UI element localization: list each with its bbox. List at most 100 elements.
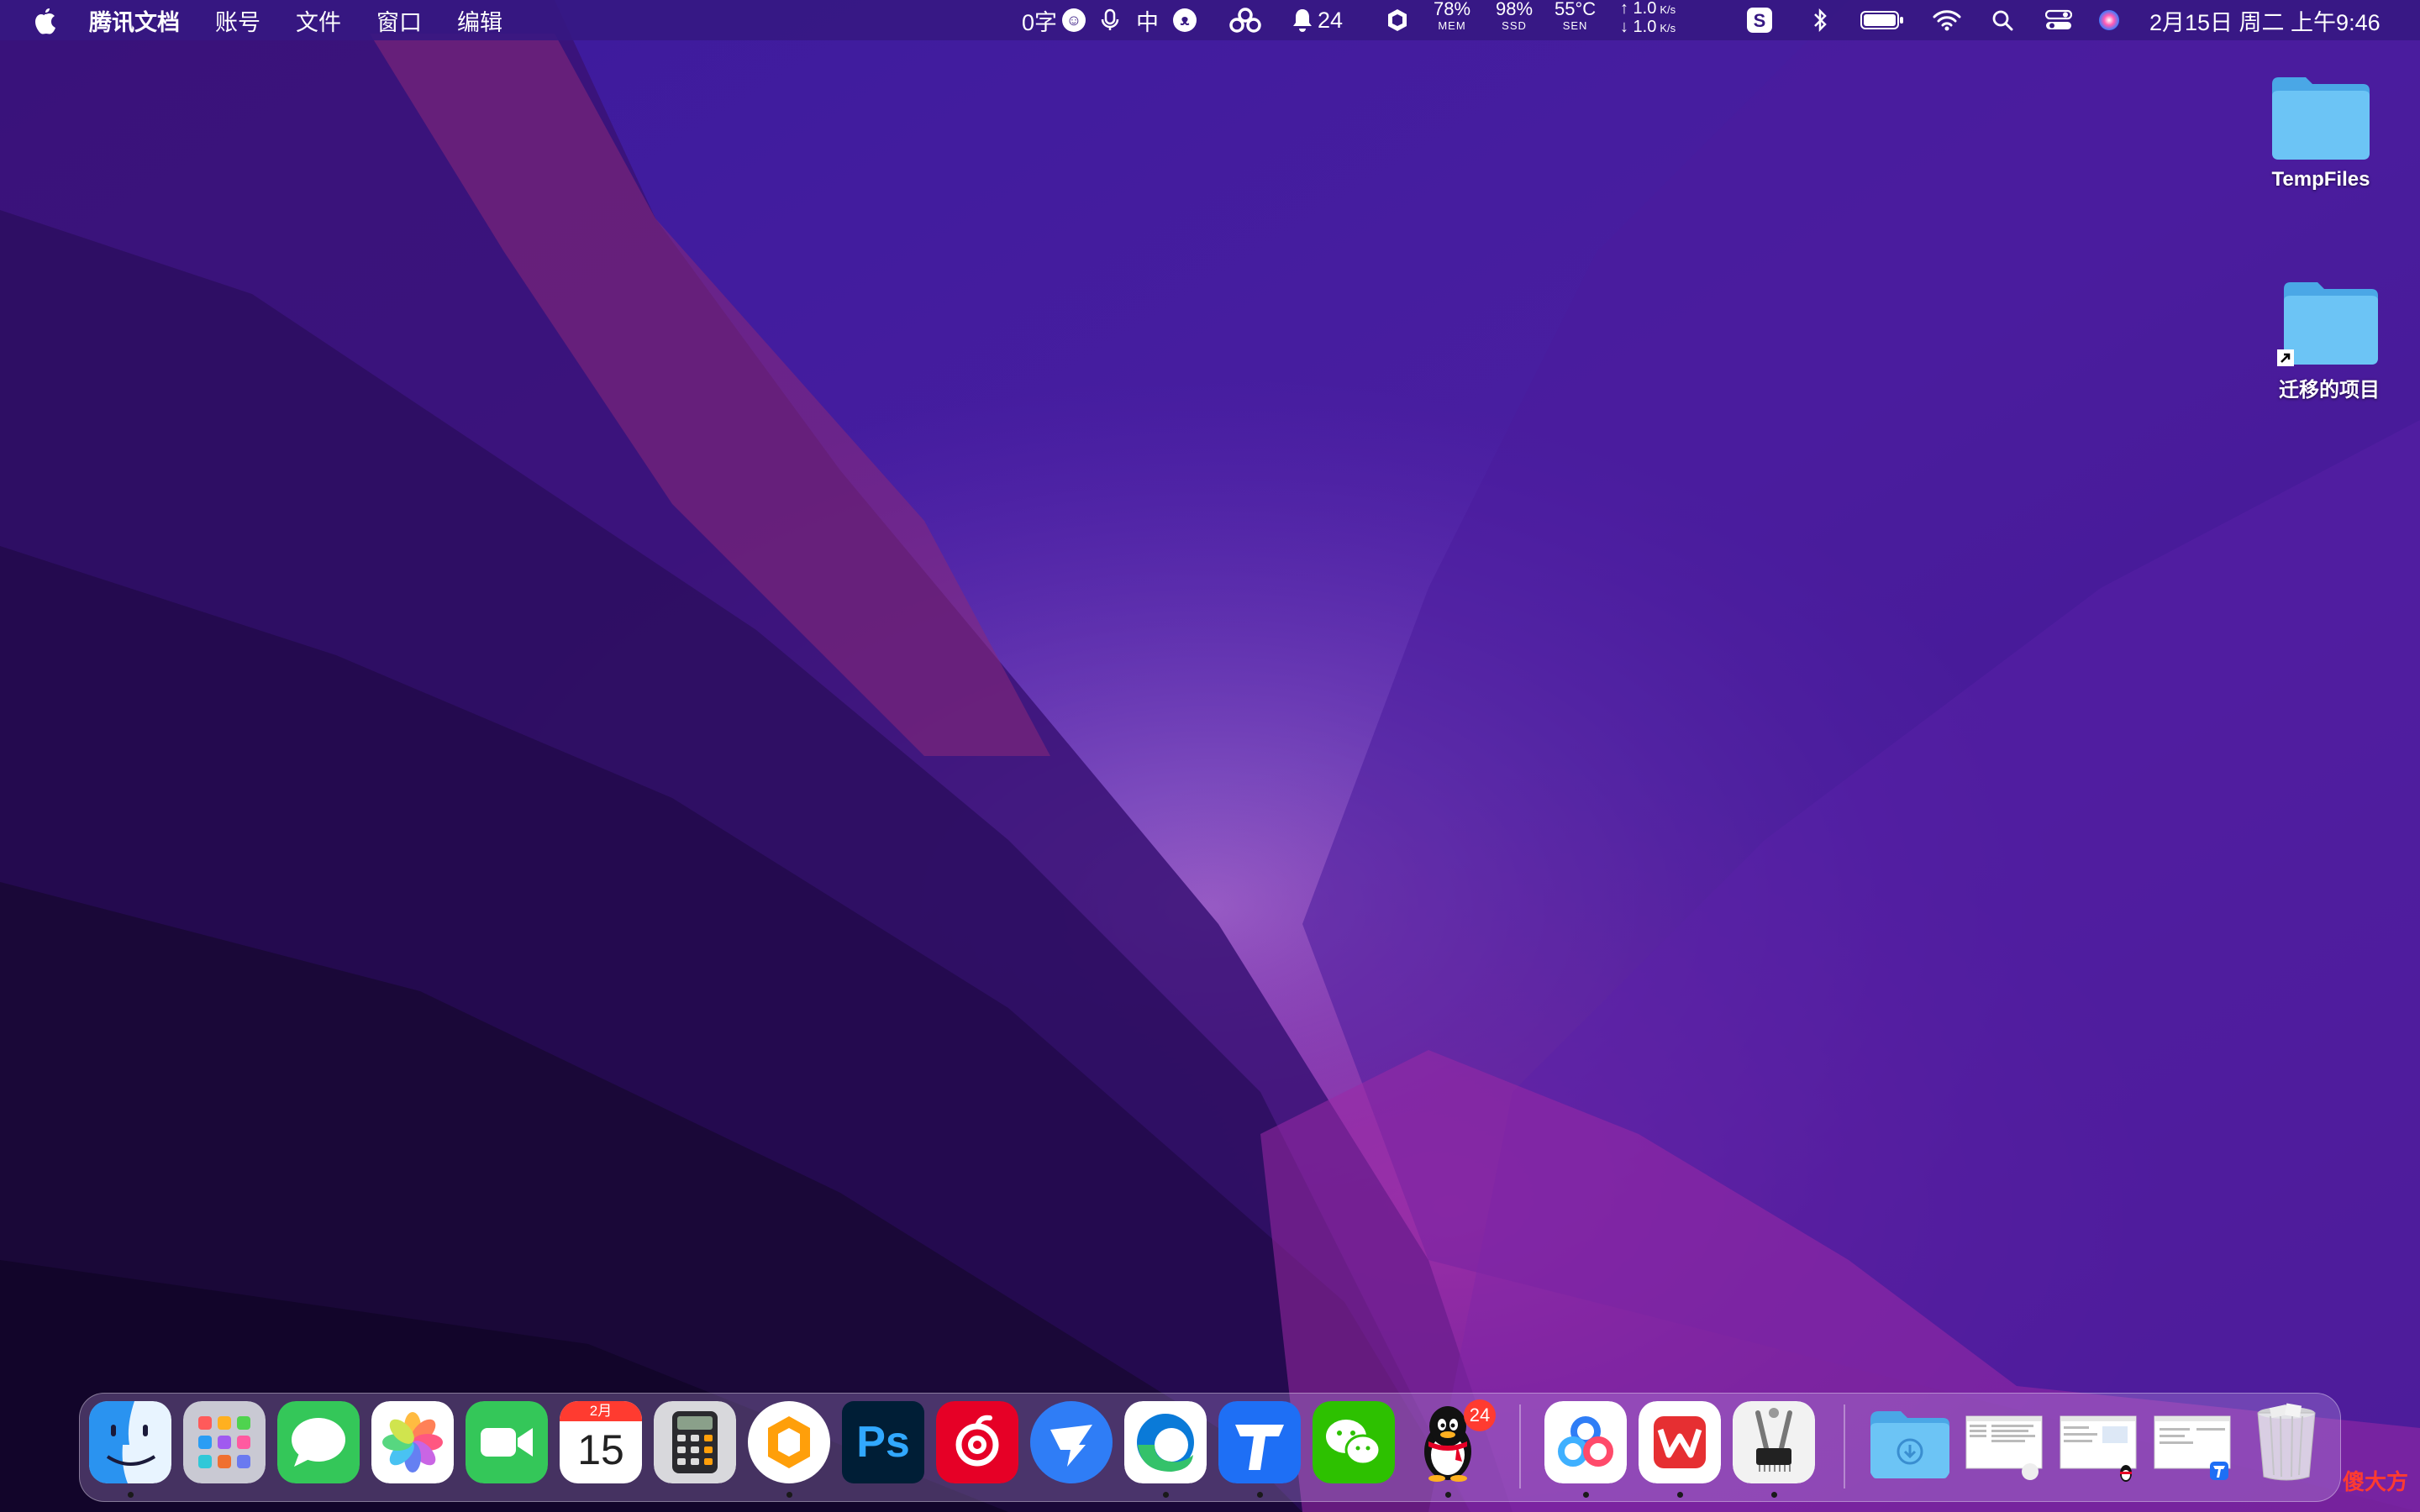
hexagon-app-icon	[748, 1401, 830, 1483]
emoji-icon[interactable]: ☺	[1062, 0, 1086, 40]
wifi-icon[interactable]	[1933, 9, 1961, 31]
photoshop-label: Ps	[856, 1418, 910, 1467]
net-upload: ↑ 1.0 K/s	[1620, 0, 1676, 18]
dock-launchpad[interactable]	[183, 1401, 266, 1483]
desktop-icon-label: TempFiles	[2271, 168, 2370, 191]
window-thumbnail-icon	[2060, 1415, 2137, 1482]
dock-netease-music[interactable]	[936, 1401, 1018, 1483]
dock-separator	[1844, 1404, 1845, 1488]
memory-usage[interactable]: 78% MEM	[1434, 0, 1470, 40]
dingtalk-icon	[1030, 1401, 1113, 1483]
menu-account[interactable]: 账号	[215, 4, 260, 37]
cat-app-icon[interactable]: ᴥ	[1173, 0, 1197, 40]
network-speed[interactable]: ↑ 1.0 K/s ↓ 1.0 K/s	[1620, 0, 1676, 40]
sogou-input-icon[interactable]: S	[1746, 7, 1773, 34]
wps-icon	[1639, 1401, 1721, 1483]
calendar-day: 15	[577, 1426, 624, 1473]
dock-baidu-netdisk[interactable]	[1544, 1401, 1627, 1483]
dock-minimized-window-3[interactable]	[2151, 1401, 2233, 1483]
folder-icon	[2272, 77, 2370, 160]
messages-icon	[277, 1401, 360, 1483]
ssd-label: SSD	[1502, 19, 1527, 32]
menubar-clock[interactable]: 2月15日 周二 上午9:46	[2149, 0, 2381, 40]
finder-icon	[89, 1401, 171, 1483]
net-upload-value: ↑ 1.0	[1620, 0, 1657, 18]
dock-minimized-window-2[interactable]	[2057, 1401, 2139, 1483]
dock-wechat[interactable]	[1313, 1401, 1395, 1483]
menu-bar: 腾讯文档 账号 文件 窗口 编辑 0字 ☺ 中 ᴥ 24 78% MEM 98%…	[0, 0, 2420, 40]
alias-arrow-icon	[2277, 349, 2294, 366]
running-indicator	[1163, 1492, 1169, 1498]
window-thumbnail-icon	[2154, 1415, 2231, 1480]
netease-music-icon	[936, 1401, 1018, 1483]
sensor-value: 55°C	[1555, 0, 1597, 19]
bluetooth-icon[interactable]	[1812, 8, 1828, 32]
dock-photos[interactable]	[371, 1401, 454, 1483]
cloud-link-icon[interactable]	[1227, 7, 1264, 34]
chip-caliper-icon	[1733, 1401, 1815, 1483]
running-indicator	[1677, 1492, 1683, 1498]
running-indicator	[128, 1492, 134, 1498]
dock-edge[interactable]	[1124, 1401, 1207, 1483]
sensor-label: SEN	[1562, 19, 1588, 32]
microphone-icon[interactable]	[1099, 8, 1121, 32]
desktop-folder-tempfiles[interactable]: TempFiles	[2245, 72, 2396, 192]
running-indicator	[1445, 1492, 1451, 1498]
net-download-unit: K/s	[1660, 22, 1676, 34]
dock-minimized-window-1[interactable]	[1963, 1401, 2045, 1483]
photoshop-icon: Ps	[842, 1401, 924, 1483]
downloads-folder-icon	[1870, 1411, 1949, 1478]
menu-edit[interactable]: 编辑	[457, 4, 502, 37]
photos-icon	[371, 1401, 454, 1483]
watermark-text: 傻大方	[2343, 1469, 2409, 1494]
memory-value: 78%	[1434, 0, 1471, 19]
dock-calculator[interactable]	[654, 1401, 736, 1483]
dock-photoshop[interactable]: Ps	[842, 1401, 924, 1483]
sensor-temperature[interactable]: 55°C SEN	[1555, 0, 1596, 40]
dock-system-info[interactable]	[1733, 1401, 1815, 1483]
dock-dingtalk[interactable]	[1030, 1401, 1113, 1483]
launchpad-icon	[183, 1401, 266, 1483]
dock-downloads-folder[interactable]	[1869, 1401, 1951, 1483]
dock-calendar[interactable]: 2月 15	[560, 1401, 642, 1483]
dock-trash[interactable]	[2245, 1401, 2328, 1483]
apple-menu-icon[interactable]	[30, 5, 59, 35]
battery-icon[interactable]	[1860, 10, 1904, 30]
dock-messages[interactable]	[277, 1401, 360, 1483]
control-center-icon[interactable]	[2045, 9, 2072, 31]
net-download-value: ↓ 1.0	[1620, 18, 1657, 36]
word-count-status[interactable]: 0字	[1022, 0, 1057, 40]
dock-facetime[interactable]	[466, 1401, 548, 1483]
menu-window[interactable]: 窗口	[376, 4, 422, 37]
running-indicator	[786, 1492, 792, 1498]
running-indicator	[1583, 1492, 1589, 1498]
menu-app-name[interactable]: 腾讯文档	[89, 4, 180, 37]
dock-finder[interactable]	[89, 1401, 171, 1483]
wechat-icon	[1313, 1401, 1395, 1483]
running-indicator	[1771, 1492, 1777, 1498]
running-indicator	[1257, 1492, 1263, 1498]
siri-icon[interactable]	[2097, 8, 2121, 32]
calculator-icon	[654, 1401, 736, 1483]
hexagon-app-icon[interactable]	[1386, 8, 1408, 33]
dock-wps[interactable]	[1639, 1401, 1721, 1483]
tencent-docs-icon	[1218, 1401, 1301, 1483]
window-thumbnail-icon	[1965, 1415, 2043, 1480]
desktop-folder-migrated-items[interactable]: 迁移的项目	[2254, 277, 2405, 402]
dock-tencent-docs[interactable]	[1218, 1401, 1301, 1483]
calendar-month: 2月	[560, 1401, 642, 1421]
bell-icon[interactable]	[1291, 8, 1314, 33]
desktop-icon-label: 迁移的项目	[2279, 379, 2380, 402]
spotlight-search-icon[interactable]	[1991, 9, 2013, 31]
calendar-icon: 2月 15	[560, 1401, 642, 1483]
svg-text:S: S	[1754, 10, 1766, 31]
menu-file[interactable]: 文件	[296, 4, 341, 37]
ime-indicator[interactable]: 中	[1136, 0, 1159, 40]
notification-count[interactable]: 24	[1318, 0, 1343, 40]
qq-unread-badge: 24	[1464, 1399, 1496, 1431]
ssd-value: 98%	[1496, 0, 1534, 19]
trash-icon	[2257, 1403, 2316, 1481]
ssd-usage[interactable]: 98% SSD	[1496, 0, 1533, 40]
dock-hexagon-app[interactable]	[748, 1401, 830, 1483]
baidu-netdisk-icon	[1544, 1401, 1627, 1483]
